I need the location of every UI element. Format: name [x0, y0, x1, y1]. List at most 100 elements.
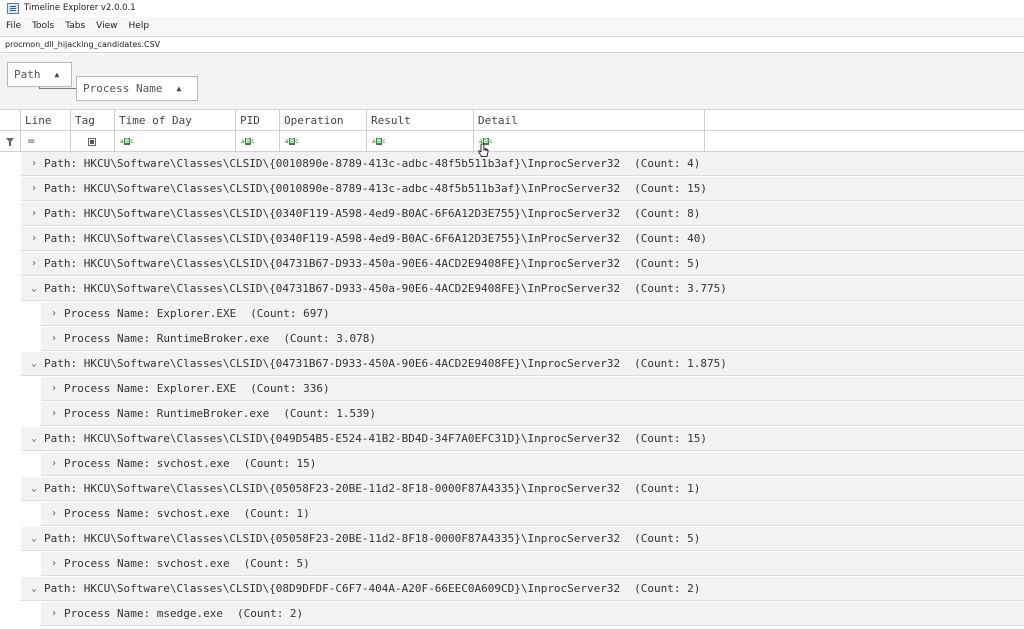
- column-header-row: Line Tag Time of Day PID Operation Resul…: [0, 110, 1024, 131]
- group-row-process[interactable]: › Process Name: Explorer.EXE (Count: 336): [41, 377, 1024, 401]
- group-chip-process-name[interactable]: Process Name ▲: [76, 76, 198, 101]
- group-row-count: (Count: 4): [634, 157, 701, 170]
- filter-detail[interactable]: aBc: [474, 131, 705, 152]
- group-row-label: Path: HKCU\Software\Classes\CLSID\{00108…: [44, 182, 621, 195]
- group-row-path[interactable]: ⌄ Path: HKCU\Software\Classes\CLSID\{0505…: [21, 527, 1024, 551]
- sort-ascending-icon: ▲: [54, 70, 60, 79]
- group-row-count: (Count: 40): [634, 232, 708, 245]
- group-row-label: Path: HKCU\Software\Classes\CLSID\{05058…: [44, 482, 621, 495]
- chevron-right-icon[interactable]: ›: [27, 233, 41, 244]
- group-chip-path[interactable]: Path ▲: [7, 62, 72, 87]
- group-row-process[interactable]: › Process Name: msedge.exe (Count: 2): [41, 602, 1024, 626]
- group-chip-path-label: Path: [14, 68, 41, 81]
- group-row-count: (Count: 8): [634, 207, 701, 220]
- abc-filter-icon: aBc: [285, 138, 299, 145]
- group-row-count: (Count: 697): [250, 307, 330, 320]
- group-row-count: (Count: 5): [634, 532, 701, 545]
- column-header-result[interactable]: Result: [367, 110, 474, 131]
- group-connector: [39, 87, 76, 89]
- chevron-down-icon[interactable]: ⌄: [27, 584, 41, 594]
- header-indicator-cell: [0, 110, 21, 131]
- chevron-right-icon[interactable]: ›: [27, 208, 41, 219]
- group-row-path[interactable]: ⌄ Path: HKCU\Software\Classes\CLSID\{049D…: [21, 427, 1024, 451]
- group-row-path[interactable]: ⌄ Path: HKCU\Software\Classes\CLSID\{0473…: [21, 352, 1024, 376]
- filter-funnel-icon: [6, 138, 14, 146]
- chevron-right-icon[interactable]: ›: [27, 258, 41, 269]
- group-by-panel: Path ▲ Process Name ▲: [0, 54, 1024, 110]
- menu-tools[interactable]: Tools: [32, 21, 54, 31]
- chevron-down-icon[interactable]: ⌄: [27, 534, 41, 544]
- group-row-path[interactable]: ⌄ Path: HKCU\Software\Classes\CLSID\{0505…: [21, 477, 1024, 501]
- group-row-process[interactable]: › Process Name: Explorer.EXE (Count: 697): [41, 302, 1024, 326]
- chevron-right-icon[interactable]: ›: [47, 383, 61, 394]
- group-row-path[interactable]: ⌄ Path: HKCU\Software\Classes\CLSID\{08D9…: [21, 577, 1024, 601]
- window-title: Timeline Explorer v2.0.0.1: [24, 3, 136, 13]
- menu-tabs[interactable]: Tabs: [65, 21, 85, 31]
- filter-pid[interactable]: aBc: [236, 131, 280, 152]
- chevron-right-icon[interactable]: ›: [27, 183, 41, 194]
- chevron-right-icon[interactable]: ›: [47, 558, 61, 569]
- group-row-label: Path: HKCU\Software\Classes\CLSID\{00108…: [44, 157, 621, 170]
- group-row-path[interactable]: ⌄ Path: HKCU\Software\Classes\CLSID\{0473…: [21, 277, 1024, 301]
- hand-cursor-icon: [478, 143, 489, 157]
- group-row-path[interactable]: › Path: HKCU\Software\Classes\CLSID\{0340…: [21, 202, 1024, 226]
- group-row-count: (Count: 1.539): [283, 407, 377, 420]
- group-row-count: (Count: 2): [634, 582, 701, 595]
- abc-filter-icon: aBc: [120, 138, 134, 145]
- group-row-process[interactable]: › Process Name: svchost.exe (Count: 5): [41, 552, 1024, 576]
- column-header-tag[interactable]: Tag: [71, 110, 115, 131]
- group-row-label: Path: HKCU\Software\Classes\CLSID\{04731…: [44, 257, 621, 270]
- group-row-path[interactable]: › Path: HKCU\Software\Classes\CLSID\{0010…: [21, 177, 1024, 201]
- group-row-count: (Count: 1.875): [634, 357, 727, 370]
- equals-icon: =: [27, 136, 36, 147]
- chevron-right-icon[interactable]: ›: [47, 508, 61, 519]
- file-tab[interactable]: procmon_dll_hijacking_candidates.CSV: [5, 40, 160, 49]
- chevron-down-icon[interactable]: ⌄: [27, 434, 41, 444]
- menu-file[interactable]: File: [6, 21, 21, 31]
- group-row-label: Path: HKCU\Software\Classes\CLSID\{05058…: [44, 532, 621, 545]
- chevron-down-icon[interactable]: ⌄: [27, 359, 41, 369]
- group-row-count: (Count: 2): [236, 607, 304, 620]
- chevron-down-icon[interactable]: ⌄: [27, 284, 41, 294]
- chevron-down-icon[interactable]: ⌄: [27, 484, 41, 494]
- group-row-process[interactable]: › Process Name: RuntimeBroker.exe (Count: …: [41, 402, 1024, 426]
- group-row-process[interactable]: › Process Name: svchost.exe (Count: 1): [41, 502, 1024, 526]
- group-row-path[interactable]: › Path: HKCU\Software\Classes\CLSID\{0340…: [21, 227, 1024, 251]
- group-row-label: Process Name: Explorer.EXE: [64, 382, 237, 395]
- menu-help[interactable]: Help: [129, 21, 150, 31]
- filter-result[interactable]: aBc: [367, 131, 474, 152]
- group-row-count: (Count: 336): [250, 382, 330, 395]
- chevron-right-icon[interactable]: ›: [47, 308, 61, 319]
- sort-ascending-icon: ▲: [176, 84, 182, 93]
- column-header-time-of-day[interactable]: Time of Day: [115, 110, 236, 131]
- column-header-pid[interactable]: PID: [236, 110, 280, 131]
- filter-line[interactable]: =: [21, 131, 71, 152]
- filter-row: = aBc aBc aBc aBc aBc: [0, 131, 1024, 152]
- filter-tag[interactable]: [71, 131, 115, 152]
- group-row-process[interactable]: › Process Name: RuntimeBroker.exe (Count: …: [41, 327, 1024, 351]
- group-row-count: (Count: 15): [243, 457, 317, 470]
- filter-operation[interactable]: aBc: [280, 131, 367, 152]
- checkbox-icon: [88, 137, 96, 146]
- group-row-path[interactable]: › Path: HKCU\Software\Classes\CLSID\{0010…: [21, 152, 1024, 176]
- group-row-label: Process Name: svchost.exe: [64, 507, 230, 520]
- group-row-process[interactable]: › Process Name: svchost.exe (Count: 15): [41, 452, 1024, 476]
- column-header-detail[interactable]: Detail: [474, 110, 705, 131]
- group-row-label: Process Name: RuntimeBroker.exe: [64, 332, 270, 345]
- abc-filter-icon: aBc: [241, 138, 255, 145]
- group-row-count: (Count: 3.775): [634, 282, 727, 295]
- chevron-right-icon[interactable]: ›: [47, 408, 61, 419]
- column-header-operation[interactable]: Operation: [280, 110, 367, 131]
- filter-time-of-day[interactable]: aBc: [115, 131, 236, 152]
- menu-view[interactable]: View: [96, 21, 117, 31]
- chevron-right-icon[interactable]: ›: [47, 458, 61, 469]
- chevron-right-icon[interactable]: ›: [27, 158, 41, 169]
- group-row-label: Path: HKCU\Software\Classes\CLSID\{049D5…: [44, 432, 621, 445]
- group-row-path[interactable]: › Path: HKCU\Software\Classes\CLSID\{0473…: [21, 252, 1024, 276]
- menu-bar: File Tools Tabs View Help: [0, 17, 1024, 35]
- column-header-line[interactable]: Line: [21, 110, 71, 131]
- group-row-count: (Count: 15): [634, 432, 708, 445]
- filter-indicator-cell: [0, 131, 21, 152]
- chevron-right-icon[interactable]: ›: [47, 608, 61, 619]
- chevron-right-icon[interactable]: ›: [47, 333, 61, 344]
